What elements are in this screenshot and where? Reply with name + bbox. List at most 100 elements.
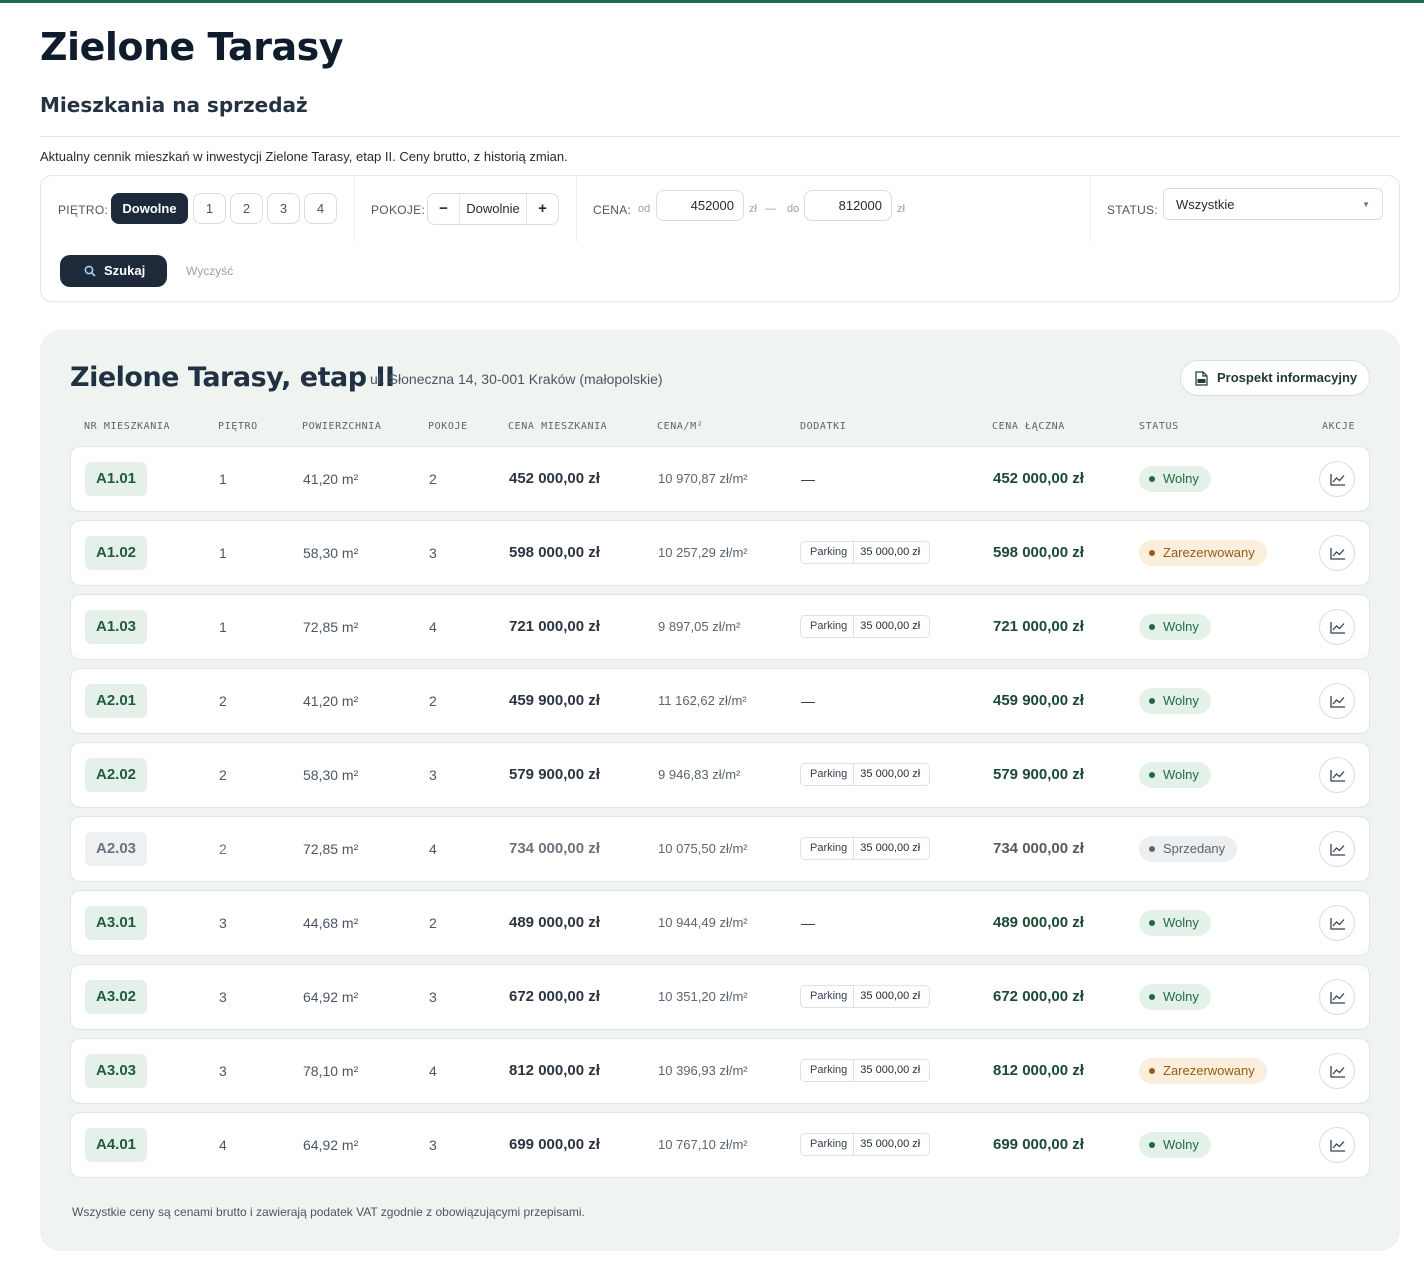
status-badge: Wolny [1139,688,1211,714]
price-from-currency: zł [749,203,757,215]
price-per-sqm-cell: 10 970,87 zł/m² [658,471,748,486]
status-select[interactable]: Wszystkie ▼ [1163,188,1383,220]
floor-option-1[interactable]: 1 [193,193,226,224]
column-header: PIĘTRO [218,421,258,432]
price-history-button[interactable] [1319,905,1355,941]
floor-cell: 2 [219,841,227,857]
addon-name: Parking [801,838,855,859]
addon-tag: Parking 35 000,00 zł [800,837,931,860]
floor-cell: 3 [219,1063,227,1079]
status-badge: Wolny [1139,910,1211,936]
price-history-button[interactable] [1319,831,1355,867]
price-per-sqm-cell: 10 351,20 zł/m² [658,989,748,1004]
total-price-cell: 598 000,00 zł [993,544,1084,561]
status-badge: Wolny [1139,614,1211,640]
table-row[interactable]: A3.01 3 44,68 m² 2 489 000,00 zł 10 944,49 zł… [70,890,1370,956]
addon-name: Parking [801,542,855,563]
page-subtitle: Mieszkania na sprzedaż [40,93,308,117]
table-row[interactable]: A2.02 2 58,30 m² 3 579 900,00 zł 9 946,83 zł/… [70,742,1370,808]
prospectus-button[interactable]: Prospekt informacyjny [1180,360,1370,396]
floor-cell: 3 [219,915,227,931]
rooms-cell: 3 [429,545,437,561]
floor-option-2[interactable]: 2 [230,193,263,224]
addon-tag: Parking 35 000,00 zł [800,1059,931,1082]
table-row[interactable]: A1.03 1 72,85 m² 4 721 000,00 zł 9 897,05 zł/… [70,594,1370,660]
rooms-cell: 4 [429,619,437,635]
addon-price: 35 000,00 zł [860,990,921,1002]
area-cell: 41,20 m² [303,471,359,487]
floor-cell: 1 [219,619,227,635]
price-history-button[interactable] [1319,683,1355,719]
floor-cell: 2 [219,767,227,783]
price-history-button[interactable] [1319,1127,1355,1163]
area-cell: 44,68 m² [303,915,359,931]
rooms-stepper: − Dowolnie + [427,193,559,225]
apartment-id: A1.03 [85,610,147,644]
listing-address: ul. Słoneczna 14, 30-001 Kraków (małopol… [370,371,663,387]
price-history-button[interactable] [1319,757,1355,793]
chart-line-icon [1330,474,1345,486]
floor-label: PIĘTRO: [58,203,109,217]
addon-name: Parking [801,986,855,1007]
addon-tag: Parking 35 000,00 zł [800,615,931,638]
addon-price: 35 000,00 zł [860,546,921,558]
floor-cell: 4 [219,1137,227,1153]
chart-line-icon [1330,918,1345,930]
clear-button[interactable]: Wyczyść [186,264,233,278]
chart-line-icon [1330,1066,1345,1078]
floor-option-4[interactable]: 4 [304,193,337,224]
price-cell: 598 000,00 zł [509,544,600,561]
addon-name: Parking [801,1134,855,1155]
price-history-button[interactable] [1319,979,1355,1015]
column-header: NR MIESZKANIA [84,421,171,432]
price-cell: 672 000,00 zł [509,988,600,1005]
filter-divider [576,176,577,242]
price-from-input[interactable]: 452000 [656,190,744,221]
column-header: STATUS [1139,421,1179,432]
price-cell: 459 900,00 zł [509,692,600,709]
price-history-button[interactable] [1319,461,1355,497]
price-to-input[interactable]: 812000 [804,190,892,221]
apartment-id: A1.01 [85,462,147,496]
price-cell: 579 900,00 zł [509,766,600,783]
table-row[interactable]: A4.01 4 64,92 m² 3 699 000,00 zł 10 767,10 zł… [70,1112,1370,1178]
column-header: AKCJE [1322,421,1356,432]
floor-option-any[interactable]: Dowolne [111,193,188,224]
table-row[interactable]: A3.02 3 64,92 m² 3 672 000,00 zł 10 351,20 zł… [70,964,1370,1030]
apartment-id: A4.01 [85,1128,147,1162]
rooms-cell: 3 [429,989,437,1005]
addon-tag: Parking 35 000,00 zł [800,763,931,786]
price-history-button[interactable] [1319,609,1355,645]
search-icon [84,265,96,277]
area-cell: 58,30 m² [303,545,359,561]
status-badge: Wolny [1139,1132,1211,1158]
rooms-cell: 4 [429,841,437,857]
table-row[interactable]: A2.01 2 41,20 m² 2 459 900,00 zł 11 162,62 zł… [70,668,1370,734]
area-cell: 58,30 m² [303,767,359,783]
rooms-increment-button[interactable]: + [527,194,558,224]
rooms-cell: 2 [429,693,437,709]
total-price-cell: 721 000,00 zł [993,618,1084,635]
table-row[interactable]: A1.01 1 41,20 m² 2 452 000,00 zł 10 970,87 zł… [70,446,1370,512]
price-to-label: do [787,203,800,215]
filter-divider [1090,176,1091,242]
total-price-cell: 672 000,00 zł [993,988,1084,1005]
addon-tag: Parking 35 000,00 zł [800,541,931,564]
addon-name: Parking [801,1060,855,1081]
status-label: STATUS: [1107,203,1158,217]
price-per-sqm-cell: 10 767,10 zł/m² [658,1137,748,1152]
status-badge: Wolny [1139,984,1211,1010]
filter-divider [354,176,355,242]
search-button[interactable]: Szukaj [60,255,167,287]
price-history-button[interactable] [1319,535,1355,571]
table-row[interactable]: A2.03 2 72,85 m² 4 734 000,00 zł 10 075,50 zł… [70,816,1370,882]
addon-price: 35 000,00 zł [860,620,921,632]
floor-option-3[interactable]: 3 [267,193,300,224]
apartment-id: A2.02 [85,758,147,792]
rooms-decrement-button[interactable]: − [428,194,459,224]
column-header: DODATKI [800,421,847,432]
price-from-label: od [638,203,651,215]
table-row[interactable]: A3.03 3 78,10 m² 4 812 000,00 zł 10 396,93 zł… [70,1038,1370,1104]
price-history-button[interactable] [1319,1053,1355,1089]
table-row[interactable]: A1.02 1 58,30 m² 3 598 000,00 zł 10 257,29 zł… [70,520,1370,586]
